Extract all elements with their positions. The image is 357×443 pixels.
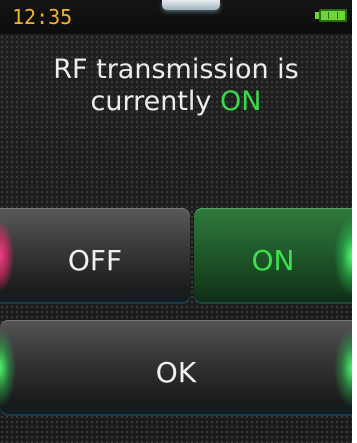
status-message: RF transmission is currently ON [0,54,352,118]
off-button-label: OFF [67,243,123,277]
pull-down-handle[interactable] [162,0,220,10]
clock: 12:35 [12,5,73,29]
off-button[interactable]: OFF [0,208,190,304]
battery-full-icon [315,9,347,22]
message-line-1: RF transmission is [53,54,299,85]
message-line-2: currently ON [0,86,352,118]
on-button-label: ON [251,243,295,277]
ok-button-label: OK [155,355,197,389]
message-state: ON [220,86,262,117]
status-bar: 12:35 [0,0,352,34]
message-currently: currently [90,86,212,117]
device-screen: 12:35 RF transmission is currently ON OF… [0,0,357,443]
on-button[interactable]: ON [194,208,352,304]
ok-button[interactable]: OK [0,320,352,416]
